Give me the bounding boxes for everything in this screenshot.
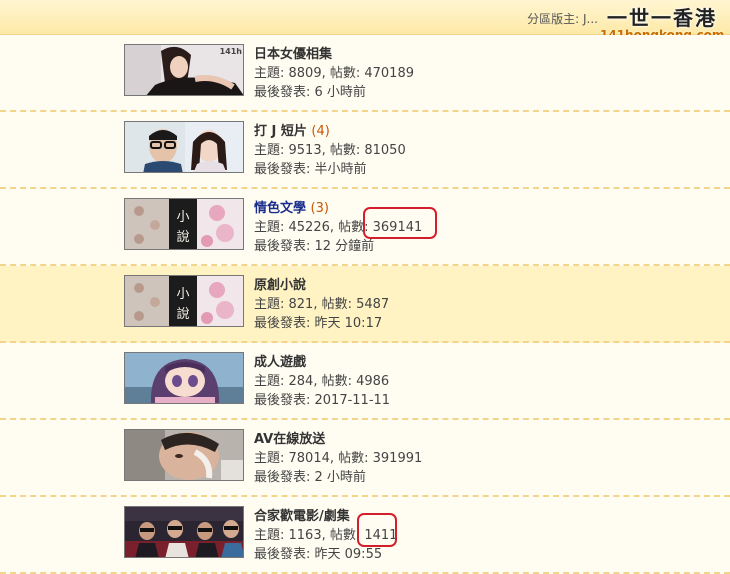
forum-row: AV在線放送 主題: 78014, 帖數: 391991 最後發表: 2 小時前 xyxy=(0,420,730,497)
forum-thumbnail[interactable] xyxy=(124,429,244,481)
svg-text:說: 說 xyxy=(176,306,189,322)
highlight-circle xyxy=(357,513,397,547)
forum-stats: 主題: 9513, 帖數: 81050 xyxy=(254,143,406,158)
forum-title-link[interactable]: 打 J 短片 (4) xyxy=(254,122,406,141)
new-posts-count: (3) xyxy=(310,201,329,216)
forum-info: 成人遊戲 主題: 284, 帖數: 4986 最後發表: 2017-11-11 xyxy=(254,353,390,410)
forum-last-post[interactable]: 最後發表: 昨天 09:55 xyxy=(254,545,397,564)
section-moderator-label: 分區版主: J... xyxy=(527,12,598,26)
forum-row: 打 J 短片 (4) 主題: 9513, 帖數: 81050 最後發表: 半小時… xyxy=(0,112,730,189)
forum-thumbnail[interactable]: 141h xyxy=(124,44,244,96)
svg-text:說: 說 xyxy=(176,229,189,245)
forum-info: AV在線放送 主題: 78014, 帖數: 391991 最後發表: 2 小時前 xyxy=(254,430,422,487)
forum-title-link[interactable]: 原創小說 xyxy=(254,276,389,295)
forum-header-bar: 分區版主: J... 一世一香港 141hongkong.com xyxy=(0,0,730,42)
logo-text: 一世一香港 xyxy=(607,6,717,30)
forum-info: 打 J 短片 (4) 主題: 9513, 帖數: 81050 最後發表: 半小時… xyxy=(254,122,406,179)
forum-info: 日本女優相集 主題: 8809, 帖數: 470189 最後發表: 6 小時前 xyxy=(254,45,414,102)
forum-row: 小 說 情色文學 (3) 主題: 45226, 帖數: 369141 最後發表:… xyxy=(0,189,730,266)
forum-thumbnail[interactable] xyxy=(124,352,244,404)
forum-stats: 主題: 78014, 帖數: 391991 xyxy=(254,451,423,466)
forum-thumbnail[interactable]: 小 說 xyxy=(124,275,244,327)
forum-thumbnail[interactable] xyxy=(124,506,244,558)
forum-row: 成人遊戲 主題: 284, 帖數: 4986 最後發表: 2017-11-11 xyxy=(0,343,730,420)
forum-thumbnail[interactable]: 小 說 xyxy=(124,198,244,250)
forum-title-link[interactable]: 成人遊戲 xyxy=(254,353,390,372)
forum-last-post[interactable]: 最後發表: 6 小時前 xyxy=(254,83,414,102)
forum-row: 141h 日本女優相集 主題: 8809, 帖數: 470189 最後發表: 6… xyxy=(0,35,730,112)
forum-title-link[interactable]: AV在線放送 xyxy=(254,430,422,449)
thumbnail-tag: 小 xyxy=(176,210,189,225)
thumbnail-tag: 小 xyxy=(176,287,189,302)
forum-stats: 主題: 284, 帖數: 4986 xyxy=(254,374,390,389)
forum-last-post[interactable]: 最後發表: 12 分鐘前 xyxy=(254,237,422,256)
new-posts-count: (4) xyxy=(311,124,330,139)
forum-list: 141h 日本女優相集 主題: 8809, 帖數: 470189 最後發表: 6… xyxy=(0,35,730,574)
forum-title-link[interactable]: 日本女優相集 xyxy=(254,45,414,64)
forum-stats: 主題: 8809, 帖數: 470189 xyxy=(254,66,414,81)
forum-last-post[interactable]: 最後發表: 半小時前 xyxy=(254,160,406,179)
forum-stats: 主題: 821, 帖數: 5487 xyxy=(254,297,390,312)
forum-last-post[interactable]: 最後發表: 昨天 10:17 xyxy=(254,314,389,333)
forum-last-post[interactable]: 最後發表: 2017-11-11 xyxy=(254,391,390,410)
forum-row: 小 說 原創小說 主題: 821, 帖數: 5487 最後發表: 昨天 10:1… xyxy=(0,266,730,343)
forum-last-post[interactable]: 最後發表: 2 小時前 xyxy=(254,468,422,487)
highlight-circle xyxy=(363,207,437,239)
forum-info: 原創小說 主題: 821, 帖數: 5487 最後發表: 昨天 10:17 xyxy=(254,276,389,333)
thumbnail-tag: 141h xyxy=(220,47,243,56)
forum-thumbnail[interactable] xyxy=(124,121,244,173)
forum-row: 合家歡電影/劇集 主題: 1163, 帖數: 1411 最後發表: 昨天 09:… xyxy=(0,497,730,574)
